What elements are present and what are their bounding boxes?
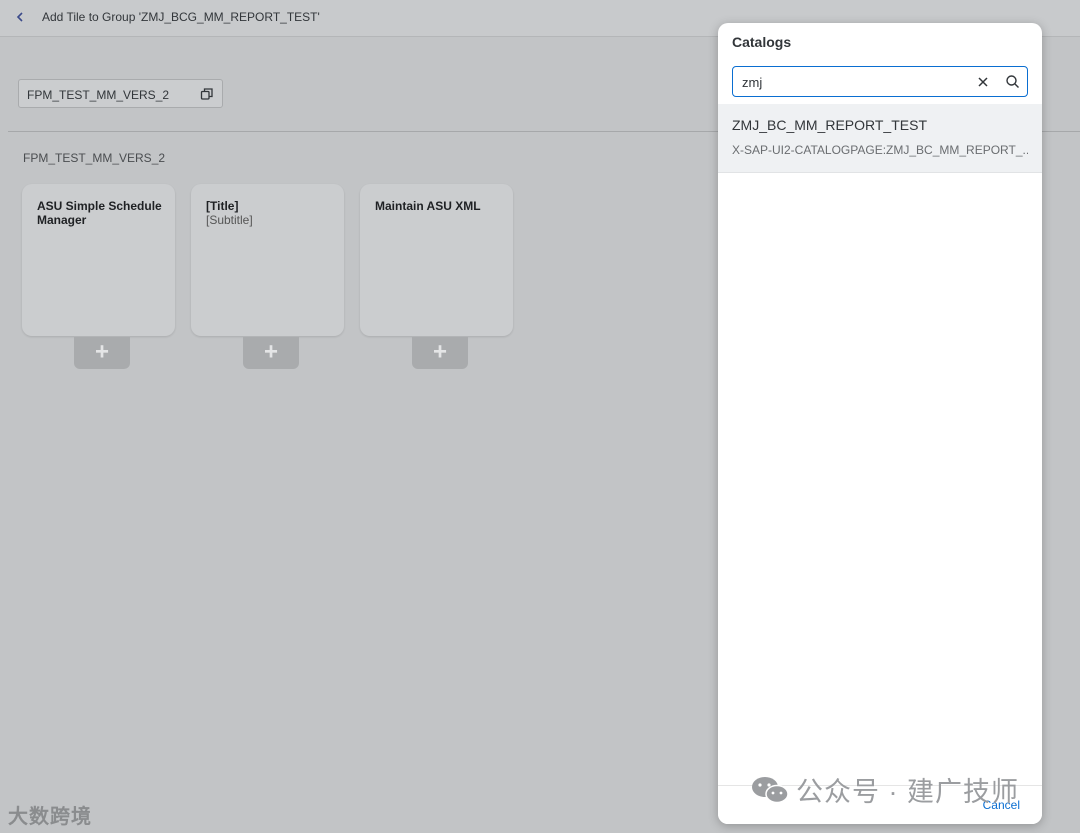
copy-icon[interactable] bbox=[200, 87, 214, 101]
add-tile-button[interactable]: + bbox=[243, 337, 299, 369]
watermark-right: 公众号 · 建广技师 bbox=[750, 770, 1019, 809]
tile-maintain-asu-xml[interactable]: Maintain ASU XML bbox=[360, 184, 513, 336]
dialog-title: Catalogs bbox=[732, 34, 792, 50]
result-description: X-SAP-UI2-CATALOGPAGE:ZMJ_BC_MM_REPORT_.… bbox=[732, 143, 1028, 157]
catalogs-dialog: Catalogs ZMJ_BC_MM_REPORT_TEST X-SAP-UI2… bbox=[718, 23, 1042, 824]
plus-icon: + bbox=[263, 338, 279, 366]
search-field bbox=[732, 66, 1028, 97]
result-title: ZMJ_BC_MM_REPORT_TEST bbox=[732, 117, 927, 133]
add-tile-button[interactable]: + bbox=[412, 337, 468, 369]
add-tile-button[interactable]: + bbox=[74, 337, 130, 369]
tile-asu-simple-schedule-manager[interactable]: ASU Simple Schedule Manager bbox=[22, 184, 175, 336]
clear-icon[interactable] bbox=[976, 75, 990, 89]
page-title: Add Tile to Group 'ZMJ_BCG_MM_REPORT_TES… bbox=[42, 10, 320, 24]
wechat-icon bbox=[752, 777, 789, 804]
back-icon[interactable] bbox=[13, 9, 27, 25]
plus-icon: + bbox=[94, 338, 110, 366]
watermark-left-text: 大数跨境 bbox=[8, 806, 92, 828]
search-input[interactable] bbox=[742, 73, 962, 91]
search-icon[interactable] bbox=[1005, 74, 1020, 89]
tile-placeholder[interactable]: [Title] [Subtitle] bbox=[191, 184, 344, 336]
tile-title: [Title] bbox=[206, 199, 239, 213]
tile-title: ASU Simple Schedule Manager bbox=[37, 199, 162, 227]
tile-subtitle: [Subtitle] bbox=[206, 213, 253, 227]
plus-icon: + bbox=[432, 338, 448, 366]
catalog-section-title: FPM_TEST_MM_VERS_2 bbox=[23, 151, 166, 165]
watermark-left: 大数跨境 bbox=[8, 800, 92, 829]
catalog-select-value: FPM_TEST_MM_VERS_2 bbox=[27, 88, 170, 102]
watermark-right-text: 公众号 · 建广技师 bbox=[796, 777, 1019, 807]
catalog-result-item[interactable]: ZMJ_BC_MM_REPORT_TEST X-SAP-UI2-CATALOGP… bbox=[718, 104, 1042, 173]
tile-title: Maintain ASU XML bbox=[375, 199, 481, 213]
catalog-select[interactable]: FPM_TEST_MM_VERS_2 bbox=[18, 79, 223, 108]
